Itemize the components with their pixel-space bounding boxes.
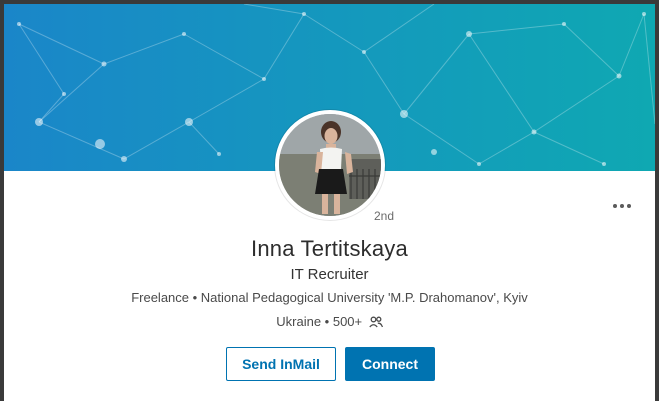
profile-avatar[interactable] (275, 110, 385, 220)
people-icon (369, 316, 383, 331)
profile-location: Ukraine (276, 314, 322, 329)
more-options-icon[interactable] (604, 196, 640, 216)
profile-subline: Freelance • National Pedagogical Univers… (131, 290, 528, 305)
connection-degree: 2nd (374, 209, 395, 223)
send-inmail-button[interactable]: Send InMail (226, 347, 336, 381)
profile-photo (279, 114, 381, 216)
profile-headline: IT Recruiter (290, 266, 369, 283)
connect-button[interactable]: Connect (345, 347, 435, 381)
profile-location-row: Ukraine • 500+ (4, 314, 655, 331)
connections-count: • 500+ (324, 314, 363, 329)
profile-name: Inna Tertitskaya (251, 236, 408, 261)
profile-card: 2nd Inna Tertitskaya IT Recruiter Freela… (4, 4, 655, 401)
